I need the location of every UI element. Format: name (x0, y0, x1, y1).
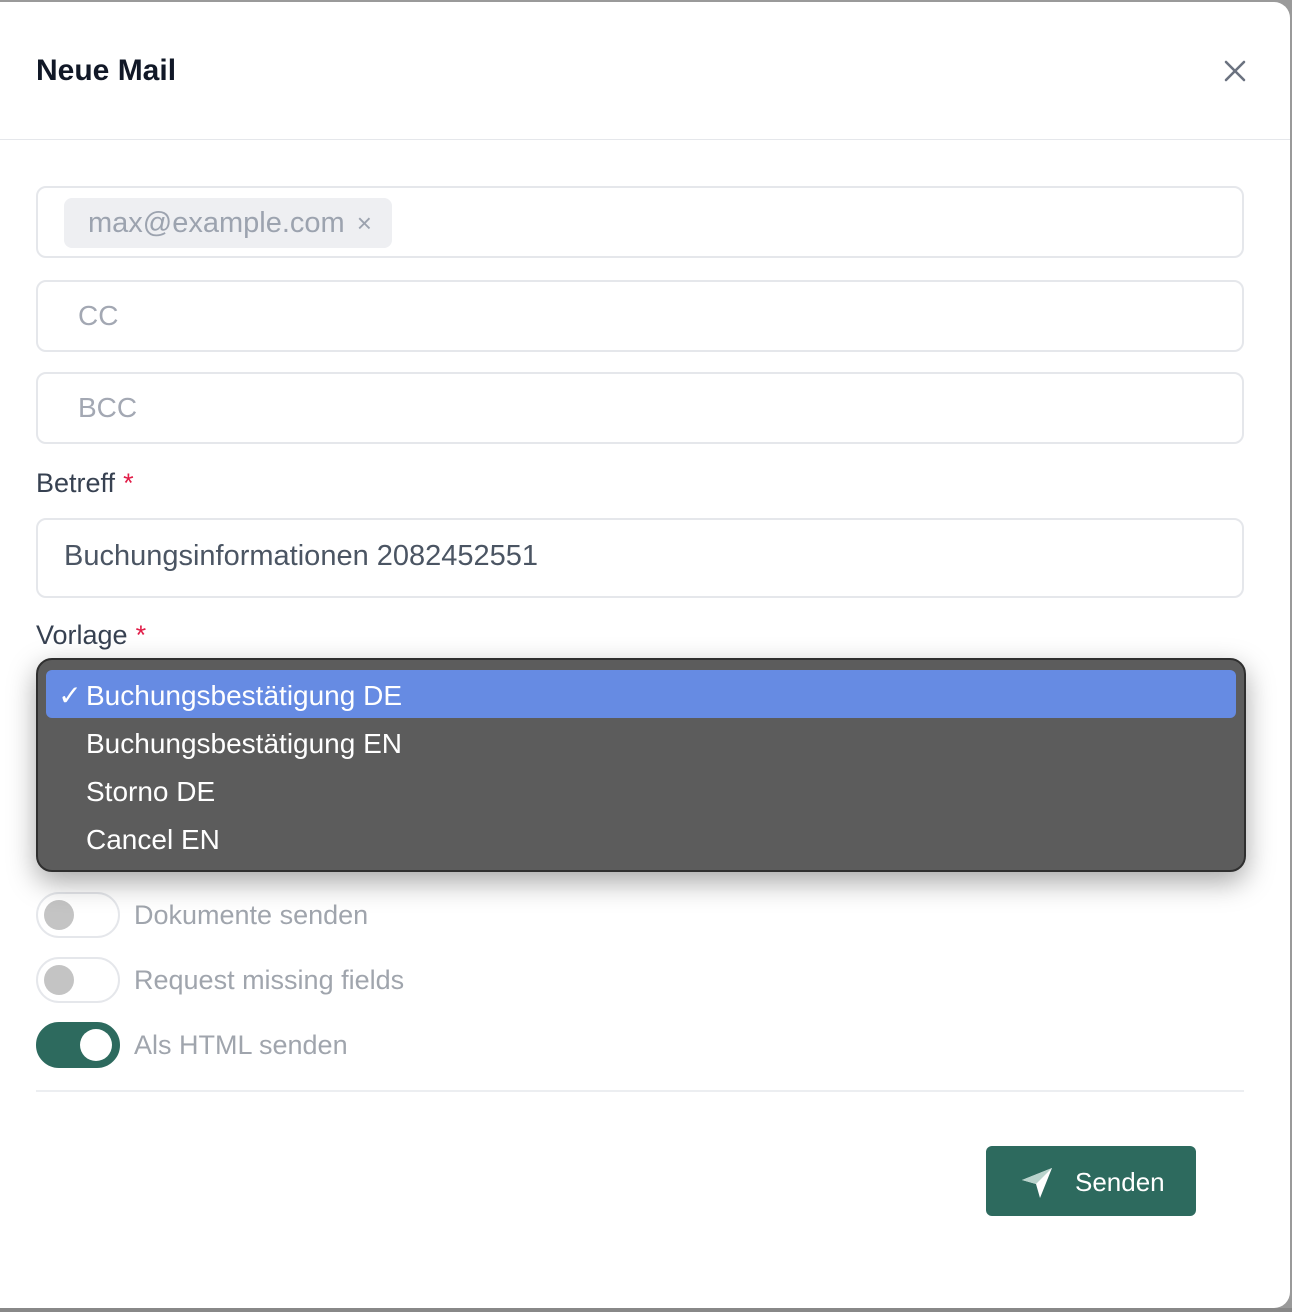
toggle-request-missing-fields[interactable] (36, 957, 120, 1003)
new-mail-modal: Neue Mail max@example.com × CC BCC Betre… (0, 2, 1290, 1308)
close-icon (1224, 60, 1246, 82)
template-label: Vorlage * (36, 620, 146, 651)
send-button[interactable]: Senden (986, 1146, 1196, 1216)
checkmark-icon: ✓ (58, 680, 82, 711)
toggle-knob (80, 1029, 112, 1061)
close-button[interactable] (1216, 52, 1254, 90)
subject-label: Betreff * (36, 468, 134, 499)
template-option-label: Buchungsbestätigung EN (86, 728, 402, 759)
to-field[interactable]: max@example.com × (36, 186, 1244, 258)
paper-plane-icon (1022, 1168, 1052, 1198)
toggle-request-missing-fields-label: Request missing fields (134, 965, 405, 995)
modal-title: Neue Mail (36, 54, 177, 87)
modal-header: Neue Mail (0, 2, 1290, 140)
recipient-chip-label: max@example.com (88, 206, 345, 239)
toggle-send-documents-label: Dokumente senden (134, 900, 369, 930)
remove-recipient-icon[interactable]: × (357, 208, 372, 239)
template-option-cancel-en[interactable]: Cancel EN (46, 814, 1236, 862)
template-required-marker: * (135, 620, 147, 650)
background-strip (0, 1308, 1292, 1312)
cc-placeholder: CC (78, 300, 119, 331)
template-option-storno-de[interactable]: Storno DE (46, 766, 1236, 814)
footer-divider (36, 1090, 1244, 1092)
template-option-booking-confirmation-de[interactable]: ✓ Buchungsbestätigung DE (46, 670, 1236, 718)
send-button-label: Senden (1075, 1167, 1165, 1197)
subject-value: Buchungsinformationen 2082452551 (64, 540, 539, 572)
toggle-send-as-html[interactable] (36, 1022, 120, 1068)
recipient-chip: max@example.com × (64, 198, 392, 248)
bcc-field[interactable]: BCC (36, 372, 1244, 444)
template-dropdown-menu: ✓ Buchungsbestätigung DE Buchungsbestäti… (36, 658, 1246, 872)
toggle-send-as-html-label: Als HTML senden (134, 1030, 348, 1060)
template-label-text: Vorlage (36, 620, 128, 650)
toggle-send-documents[interactable] (36, 892, 120, 938)
template-option-label: Cancel EN (86, 824, 220, 855)
cc-field[interactable]: CC (36, 280, 1244, 352)
template-option-label: Storno DE (86, 776, 216, 807)
subject-label-text: Betreff (36, 468, 116, 498)
template-option-booking-confirmation-en[interactable]: Buchungsbestätigung EN (46, 718, 1236, 766)
template-option-label: Buchungsbestätigung DE (86, 680, 402, 711)
bcc-placeholder: BCC (78, 392, 138, 423)
subject-input[interactable]: Buchungsinformationen 2082452551 (36, 518, 1244, 598)
toggle-knob (44, 900, 74, 930)
toggle-knob (44, 965, 74, 995)
subject-required-marker: * (123, 468, 134, 498)
